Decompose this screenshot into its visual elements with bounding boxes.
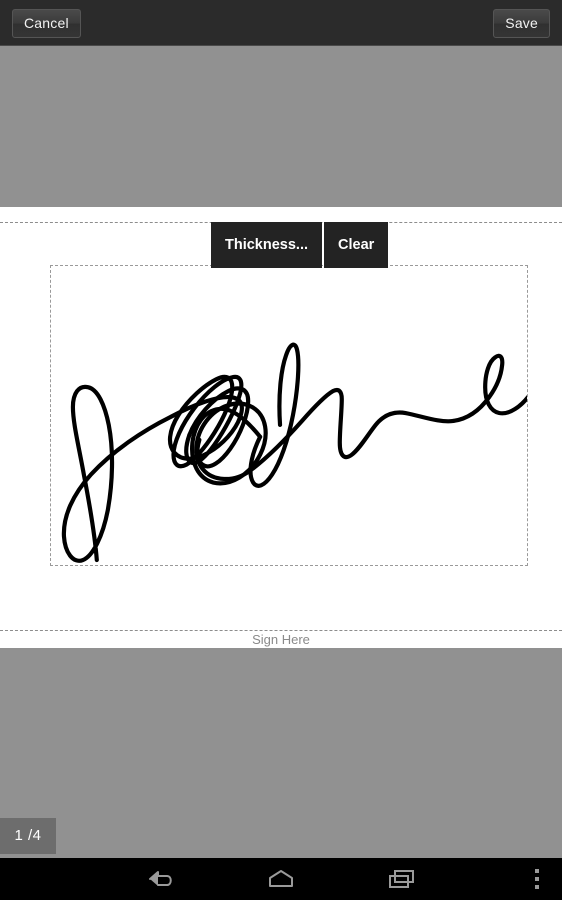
back-icon xyxy=(146,868,176,890)
clear-button[interactable]: Clear xyxy=(324,222,389,268)
document-lower-gray-area xyxy=(0,648,562,858)
signature-toolbar: Thickness... Clear xyxy=(211,222,389,268)
nav-back-button[interactable] xyxy=(133,858,189,900)
android-navigation-bar xyxy=(0,858,562,900)
overflow-dot xyxy=(535,869,539,873)
save-button[interactable]: Save xyxy=(493,9,550,38)
cancel-button[interactable]: Cancel xyxy=(12,9,81,38)
nav-recents-button[interactable] xyxy=(374,858,430,900)
signature-ink-strokes xyxy=(61,342,527,563)
overflow-menu-icon xyxy=(535,867,539,891)
signature-canvas[interactable] xyxy=(50,265,528,566)
sign-here-label: Sign Here xyxy=(252,632,310,647)
nav-overflow-menu-button[interactable] xyxy=(520,858,554,900)
top-action-bar: Cancel Save xyxy=(0,0,562,46)
document-upper-gray-area xyxy=(0,46,562,207)
page-indicator: 1 /4 xyxy=(0,818,56,854)
home-icon xyxy=(267,868,295,890)
signature-capture-screen: Cancel Save Thickness... Clear Sign Here… xyxy=(0,0,562,900)
thickness-button[interactable]: Thickness... xyxy=(211,222,323,268)
overflow-dot xyxy=(535,877,539,881)
nav-home-button[interactable] xyxy=(253,858,309,900)
recents-icon xyxy=(387,868,417,890)
overflow-dot xyxy=(535,885,539,889)
